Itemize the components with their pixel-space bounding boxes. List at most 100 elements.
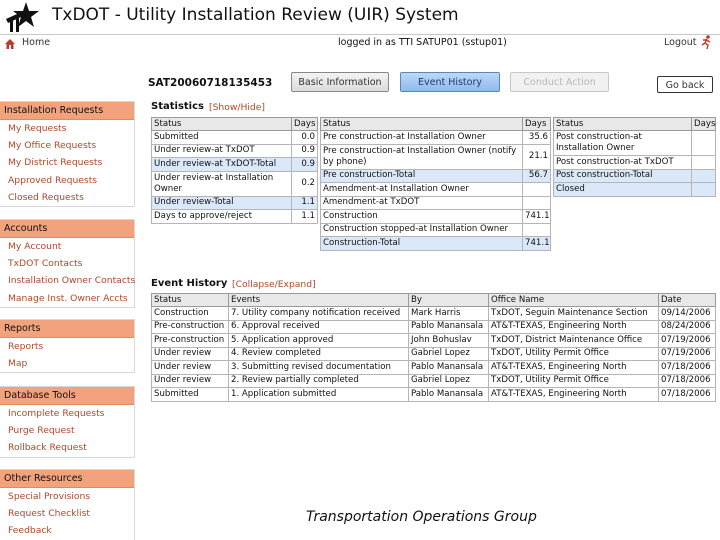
request-id: SAT20060718135453 (148, 77, 273, 89)
home-icon[interactable] (5, 39, 15, 49)
by-cell: Pablo Manansala (408, 360, 489, 375)
sidebar-group-installation-requests: Installation Requests My Requests My Off… (0, 101, 135, 207)
status-cell: Construction (320, 209, 523, 224)
date-cell: 07/18/2006 (658, 373, 716, 388)
days-cell (522, 195, 551, 210)
table-row: Pre construction-at Installation Owner 35… (320, 130, 551, 145)
sidebar-item-reports[interactable]: Reports (0, 338, 134, 355)
table-row: Amendment-at Installation Owner (320, 182, 551, 197)
sidebar-item-request-checklist[interactable]: Request Checklist (0, 505, 134, 522)
basic-information-button[interactable]: Basic Information (291, 72, 389, 92)
days-cell: 741.1 (522, 236, 551, 251)
table-row: Amendment-at TxDOT (320, 195, 551, 210)
date-cell: 08/24/2006 (658, 319, 716, 334)
sidebar-item-feedback[interactable]: Feedback (0, 522, 134, 539)
event-history-table: Status Events By Office Name Date Constr… (151, 293, 716, 402)
date-cell: 07/19/2006 (658, 346, 716, 361)
office-cell: AT&T-TEXAS, Engineering North (488, 387, 659, 402)
sidebar-item-approved-requests[interactable]: Approved Requests (0, 172, 134, 189)
office-cell: TxDOT, Utility Permit Office (488, 373, 659, 388)
by-cell: Gabriel Lopez (408, 373, 489, 388)
table-row: Construction stopped-at Installation Own… (320, 222, 551, 237)
sidebar-group-other-resources: Other Resources Special Provisions Reque… (0, 469, 135, 540)
by-cell: Pablo Manansala (408, 387, 489, 402)
status-cell: Under review (151, 360, 229, 375)
status-cell: Amendment-at TxDOT (320, 195, 523, 210)
sidebar-item-incomplete-requests[interactable]: Incomplete Requests (0, 405, 134, 422)
office-cell: AT&T-TEXAS, Engineering North (488, 319, 659, 334)
sidebar-item-special-provisions[interactable]: Special Provisions (0, 488, 134, 505)
status-cell: Construction (151, 306, 229, 321)
statistics-table-review: Status Days Submitted 0.0 Under review-at… (151, 117, 318, 224)
office-cell: AT&T-TEXAS, Engineering North (488, 360, 659, 375)
table-row: Construction 7. Utility company notifica… (151, 306, 716, 321)
by-cell: Pablo Manansala (408, 319, 489, 334)
sidebar-item-installation-owner-contacts[interactable]: Installation Owner Contacts (0, 272, 135, 289)
status-cell: Pre-construction (151, 319, 229, 334)
sidebar-item-manage-inst-owner-accts[interactable]: Manage Inst. Owner Accts (0, 290, 134, 307)
sidebar-heading: Installation Requests (0, 102, 134, 120)
column-header: By (408, 293, 489, 307)
table-row: Submitted 0.0 (151, 130, 318, 145)
event-cell: 7. Utility company notification received (228, 306, 409, 321)
home-link[interactable]: Home (22, 37, 50, 48)
sidebar-heading: Reports (0, 320, 134, 338)
office-cell: TxDOT, Utility Permit Office (488, 346, 659, 361)
date-cell: 09/14/2006 (658, 306, 716, 321)
date-cell: 07/18/2006 (658, 387, 716, 402)
logout-link[interactable]: Logout (664, 37, 697, 48)
conduct-action-button[interactable]: Conduct Action (510, 72, 609, 92)
sidebar-heading: Accounts (0, 220, 134, 238)
sidebar-item-my-account[interactable]: My Account (0, 238, 134, 255)
sidebar-heading: Other Resources (0, 470, 134, 488)
days-cell: 1.1 (291, 209, 318, 224)
statistics-table-post-construction: Status Days Post construction-at Install… (553, 117, 716, 197)
sidebar-item-my-district-requests[interactable]: My District Requests (0, 154, 134, 171)
days-cell: 1.1 (291, 195, 318, 210)
event-cell: 6. Approval received (228, 319, 409, 334)
sidebar-item-my-requests[interactable]: My Requests (0, 120, 134, 137)
table-row: Under review-at Installation Owner 0.2 (151, 170, 318, 197)
event-cell: 2. Review partially completed (228, 373, 409, 388)
sidebar-item-my-office-requests[interactable]: My Office Requests (0, 137, 134, 154)
go-back-button[interactable]: Go back (657, 76, 713, 93)
sidebar-item-rollback-request[interactable]: Rollback Request (0, 439, 134, 456)
sidebar-item-closed-requests[interactable]: Closed Requests (0, 189, 134, 206)
column-header: Events (228, 293, 409, 307)
days-cell: 35.6 (522, 130, 551, 145)
sidebar-group-accounts: Accounts My Account TxDOT Contacts Insta… (0, 219, 135, 308)
status-cell: Under review-Total (151, 195, 292, 210)
status-cell: Under review (151, 373, 229, 388)
status-cell: Under review-at Installation Owner (151, 170, 292, 197)
column-header: Days (291, 117, 318, 131)
days-cell (691, 155, 716, 170)
office-cell: TxDOT, Seguin Maintenance Section (488, 306, 659, 321)
event-history-button[interactable]: Event History (400, 72, 500, 92)
sidebar-item-map[interactable]: Map (0, 355, 134, 372)
sidebar-item-purge-request[interactable]: Purge Request (0, 422, 134, 439)
column-header: Office Name (488, 293, 659, 307)
status-cell: Pre construction-at Installation Owner (… (320, 143, 523, 170)
table-row: Under review-Total 1.1 (151, 195, 318, 210)
days-cell (691, 168, 716, 183)
column-header: Status (151, 293, 229, 307)
table-header-row: Status Events By Office Name Date (151, 293, 716, 307)
days-cell: 21.1 (522, 143, 551, 170)
column-header: Days (691, 117, 716, 131)
statistics-toggle-link[interactable]: [Show/Hide] (209, 102, 265, 113)
sidebar-item-txdot-contacts[interactable]: TxDOT Contacts (0, 255, 134, 272)
table-row: Construction 741.1 (320, 209, 551, 224)
column-header: Status (320, 117, 523, 131)
table-row: Submitted 1. Application submitted Pablo… (151, 387, 716, 402)
status-cell: Construction stopped-at Installation Own… (320, 222, 523, 237)
status-cell: Post construction-at Installation Owner (553, 130, 692, 156)
event-history-toggle-link[interactable]: [Collapse/Expand] (232, 279, 316, 290)
days-cell (522, 182, 551, 197)
table-row: Under review 2. Review partially complet… (151, 373, 716, 388)
column-header: Days (522, 117, 551, 131)
days-cell: 0.9 (291, 143, 318, 158)
status-cell: Under review-at TxDOT (151, 143, 292, 158)
status-cell: Pre-construction (151, 333, 229, 348)
days-cell (522, 222, 551, 237)
logout-runner-icon[interactable] (700, 35, 714, 49)
